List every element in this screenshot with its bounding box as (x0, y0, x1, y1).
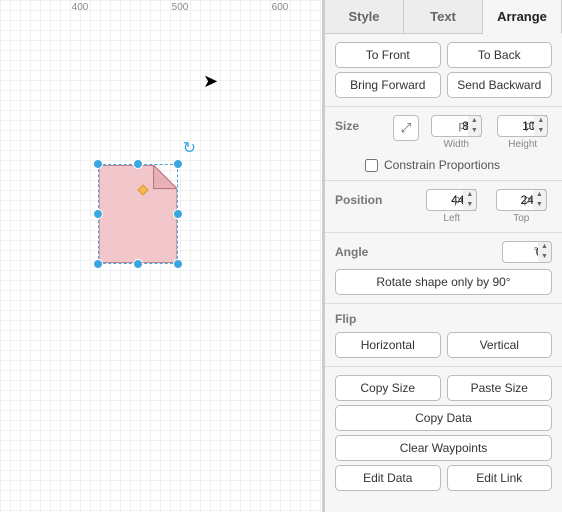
resize-handle-w[interactable] (93, 209, 103, 219)
constrain-label: Constrain Proportions (384, 158, 500, 172)
top-stepper[interactable]: ▲▼ (533, 189, 547, 211)
tab-text[interactable]: Text (404, 0, 483, 33)
constrain-checkbox[interactable] (365, 159, 378, 172)
cursor-icon: ➤ (203, 71, 218, 92)
resize-handle-ne[interactable] (173, 159, 183, 169)
ruler-horizontal: 400 500 600 (0, 2, 322, 18)
edit-link-button[interactable]: Edit Link (447, 465, 553, 491)
resize-handle-s[interactable] (133, 259, 143, 269)
angle-title: Angle (335, 245, 494, 259)
canvas[interactable]: 400 500 600 ↻ ➤ (0, 0, 322, 512)
panel-tabs: Style Text Arrange (325, 0, 562, 34)
resize-handle-sw[interactable] (93, 259, 103, 269)
edit-data-button[interactable]: Edit Data (335, 465, 441, 491)
format-panel: Style Text Arrange To Front To Back Brin… (322, 0, 562, 512)
flip-section: Flip Horizontal Vertical (325, 304, 562, 367)
zorder-section: To Front To Back Bring Forward Send Back… (325, 34, 562, 107)
clear-waypoints-button[interactable]: Clear Waypoints (335, 435, 552, 461)
size-title: Size (335, 115, 385, 133)
width-stepper[interactable]: ▲▼ (468, 115, 482, 137)
resize-handle-se[interactable] (173, 259, 183, 269)
bring-forward-button[interactable]: Bring Forward (335, 72, 441, 98)
height-label: Height (508, 139, 537, 150)
autosize-button[interactable]: ⤢ (393, 115, 419, 141)
rotate-handle[interactable]: ↻ (183, 138, 196, 158)
size-section: Size ⤢ pt ▲▼ Width pt ▲▼ Height (325, 107, 562, 181)
position-section: Position pt ▲▼ Left pt ▲▼ Top (325, 181, 562, 233)
selected-shape[interactable]: ↻ (92, 158, 184, 270)
position-title: Position (335, 189, 413, 207)
left-label: Left (443, 213, 460, 224)
resize-handle-e[interactable] (173, 209, 183, 219)
flip-title: Flip (335, 312, 552, 326)
ruler-tick: 400 (72, 2, 89, 13)
height-stepper[interactable]: ▲▼ (534, 115, 548, 137)
copy-data-button[interactable]: Copy Data (335, 405, 552, 431)
to-back-button[interactable]: To Back (447, 42, 553, 68)
rotate-90-button[interactable]: Rotate shape only by 90° (335, 269, 552, 295)
width-label: Width (443, 139, 469, 150)
to-front-button[interactable]: To Front (335, 42, 441, 68)
send-backward-button[interactable]: Send Backward (447, 72, 553, 98)
note-shape[interactable] (98, 164, 178, 264)
resize-handle-nw[interactable] (93, 159, 103, 169)
actions-section: Copy Size Paste Size Copy Data Clear Way… (325, 367, 562, 499)
autosize-icon: ⤢ (401, 120, 411, 136)
flip-horizontal-button[interactable]: Horizontal (335, 332, 441, 358)
tab-arrange[interactable]: Arrange (483, 0, 562, 34)
top-label: Top (513, 213, 529, 224)
angle-section: Angle ° ▲▼ Rotate shape only by 90° (325, 233, 562, 304)
ruler-tick: 600 (272, 2, 289, 13)
ruler-tick: 500 (172, 2, 189, 13)
left-stepper[interactable]: ▲▼ (463, 189, 477, 211)
resize-handle-n[interactable] (133, 159, 143, 169)
angle-stepper[interactable]: ▲▼ (538, 241, 552, 263)
tab-style[interactable]: Style (325, 0, 404, 33)
flip-vertical-button[interactable]: Vertical (447, 332, 553, 358)
paste-size-button[interactable]: Paste Size (447, 375, 553, 401)
copy-size-button[interactable]: Copy Size (335, 375, 441, 401)
